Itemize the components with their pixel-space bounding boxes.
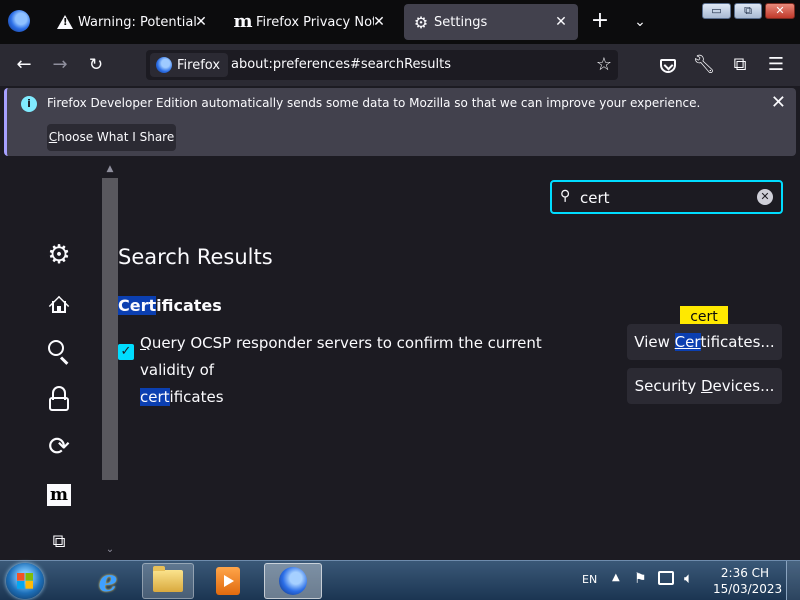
chevron-down-icon[interactable]: ⌄ (628, 10, 652, 34)
search-highlight: Cert (118, 296, 157, 315)
tab-close-icon[interactable]: ✕ (370, 13, 388, 31)
chevron-down-icon[interactable]: ⌄ (102, 544, 118, 556)
show-desktop-button[interactable] (786, 561, 800, 600)
tab-privacy-notice[interactable]: m Firefox Privacy Notice - ✕ (226, 4, 396, 40)
access-key: C (48, 130, 58, 144)
search-icon: ⚲ (560, 188, 571, 204)
window-minimize-button[interactable]: ▭ (702, 3, 731, 19)
tab-close-icon[interactable]: ✕ (552, 13, 570, 31)
media-player-icon[interactable] (202, 563, 254, 599)
button-label: hoose What I Share (57, 130, 175, 144)
url-bar[interactable]: Firefox about:preferences#searchResults … (146, 50, 618, 80)
ocsp-checkbox-label[interactable]: Query OCSP responder servers to confirm … (140, 330, 600, 411)
firefox-logo-icon (8, 10, 30, 32)
bookmark-star-icon[interactable]: ☆ (596, 54, 612, 76)
firefox-taskbar-icon[interactable] (264, 563, 322, 599)
search-highlight: cert (140, 388, 170, 406)
choose-what-i-share-button[interactable]: Choose What I Share (47, 124, 176, 151)
volume-icon[interactable]: 🔈︎ (684, 569, 693, 587)
hamburger-menu-icon[interactable]: ☰ (764, 53, 788, 77)
tab-title: Settings (434, 14, 488, 30)
extensions-puzzle-icon[interactable]: ⧉ (44, 526, 74, 556)
url-text[interactable]: about:preferences#searchResults (231, 57, 451, 72)
gear-icon[interactable]: ⚙ (44, 240, 74, 270)
reload-icon[interactable]: ↻ (84, 53, 108, 77)
tab-title: Firefox Privacy Notice - (256, 14, 374, 30)
access-key: Q (140, 334, 152, 352)
label-line: uery OCSP responder servers to confirm t… (140, 334, 542, 379)
page-title: Search Results (118, 245, 273, 269)
action-center-flag-icon[interactable]: ⚑ (634, 571, 647, 587)
close-icon[interactable]: ✕ (771, 92, 786, 113)
tab-settings[interactable]: ⚙ Settings ✕ (404, 4, 578, 40)
language-indicator[interactable]: EN (582, 573, 597, 586)
sidebar-scrollbar[interactable] (102, 178, 118, 480)
home-icon[interactable] (44, 288, 74, 318)
network-icon[interactable] (658, 571, 674, 585)
button-label-end: evices... (712, 377, 775, 395)
warning-icon (56, 13, 74, 31)
search-highlight: Cer (674, 333, 701, 351)
identity-label: Firefox (177, 57, 221, 73)
button-label-start: Security (634, 377, 701, 395)
ocsp-checkbox[interactable]: ✓ (118, 344, 134, 360)
heading-rest: ificates (156, 296, 222, 315)
forward-arrow-icon[interactable]: → (48, 53, 72, 77)
extensions-puzzle-icon[interactable]: ⧉ (728, 53, 752, 77)
wrench-icon[interactable]: 🔧︎ (692, 53, 716, 77)
file-explorer-icon[interactable] (142, 563, 194, 599)
preferences-search-box[interactable]: ⚲ ✕ (550, 180, 783, 214)
certificates-heading: Certificates (118, 296, 222, 315)
start-button[interactable] (6, 563, 44, 599)
gear-icon: ⚙ (413, 12, 429, 32)
button-label-start: View (634, 333, 675, 351)
navigation-toolbar: ← → ↻ Firefox about:preferences#searchRe… (0, 44, 800, 86)
window-maximize-button[interactable]: ⧉ (734, 3, 762, 19)
preferences-content: ▲ ⌄ ⚙ ⟳ m ⧉ ⚲ ✕ Search Results Certifica… (0, 158, 800, 560)
tab-warning[interactable]: Warning: Potential Sec ✕ (48, 4, 218, 40)
identity-box[interactable]: Firefox (150, 53, 229, 77)
scroll-up-arrow-icon[interactable]: ▲ (102, 164, 118, 176)
tab-strip: Warning: Potential Sec ✕ m Firefox Priva… (0, 0, 800, 44)
firefox-logo-icon (156, 57, 172, 73)
windows-taskbar: e EN ▲ ⚑ 🔈︎ 2:36 CH 15/03/2023 (0, 560, 800, 600)
access-key: D (700, 377, 713, 395)
back-arrow-icon[interactable]: ← (12, 53, 36, 77)
security-devices-button[interactable]: Security Devices... (627, 368, 782, 404)
view-certificates-button[interactable]: View Certificates... (627, 324, 782, 360)
lock-icon[interactable] (44, 384, 74, 414)
label-rest: ificates (169, 388, 224, 406)
button-label-end: tificates... (700, 333, 775, 351)
mozilla-m-icon[interactable]: m (44, 480, 74, 510)
tab-close-icon[interactable]: ✕ (192, 13, 210, 31)
notification-message: Firefox Developer Edition automatically … (47, 96, 701, 110)
data-collection-notification: i Firefox Developer Edition automaticall… (4, 88, 796, 156)
new-tab-plus-icon[interactable]: + (588, 10, 612, 34)
pocket-icon[interactable] (656, 53, 680, 77)
window-close-button[interactable]: ✕ (765, 3, 795, 19)
tab-title: Warning: Potential Sec (78, 14, 196, 30)
clock-date[interactable]: 15/03/2023 (713, 582, 782, 596)
mozilla-m-icon: m (233, 11, 253, 32)
info-icon: i (21, 96, 37, 112)
internet-explorer-icon[interactable]: e (82, 563, 134, 599)
search-icon[interactable] (44, 336, 74, 366)
sync-icon[interactable]: ⟳ (44, 432, 74, 462)
tray-arrow-up-icon[interactable]: ▲ (612, 572, 620, 583)
search-input[interactable] (580, 187, 750, 209)
clock-time[interactable]: 2:36 CH (713, 566, 777, 580)
clear-search-icon[interactable]: ✕ (757, 189, 773, 205)
